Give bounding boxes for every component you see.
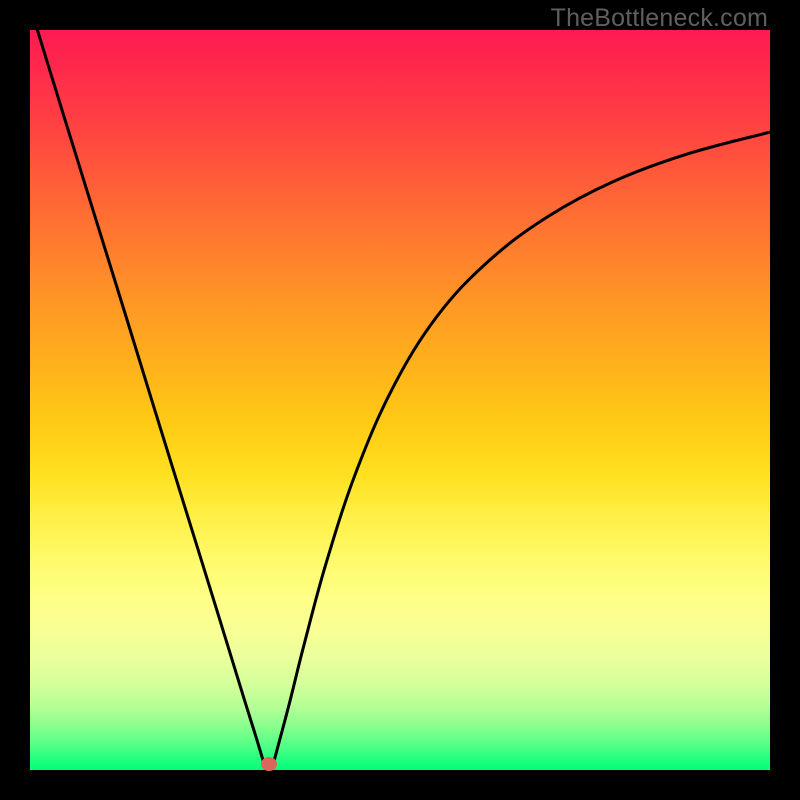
curve-svg — [30, 30, 770, 770]
watermark-text: TheBottleneck.com — [551, 4, 768, 33]
chart-area — [30, 30, 770, 770]
bottleneck-curve — [37, 30, 770, 764]
minimum-marker — [261, 757, 277, 771]
